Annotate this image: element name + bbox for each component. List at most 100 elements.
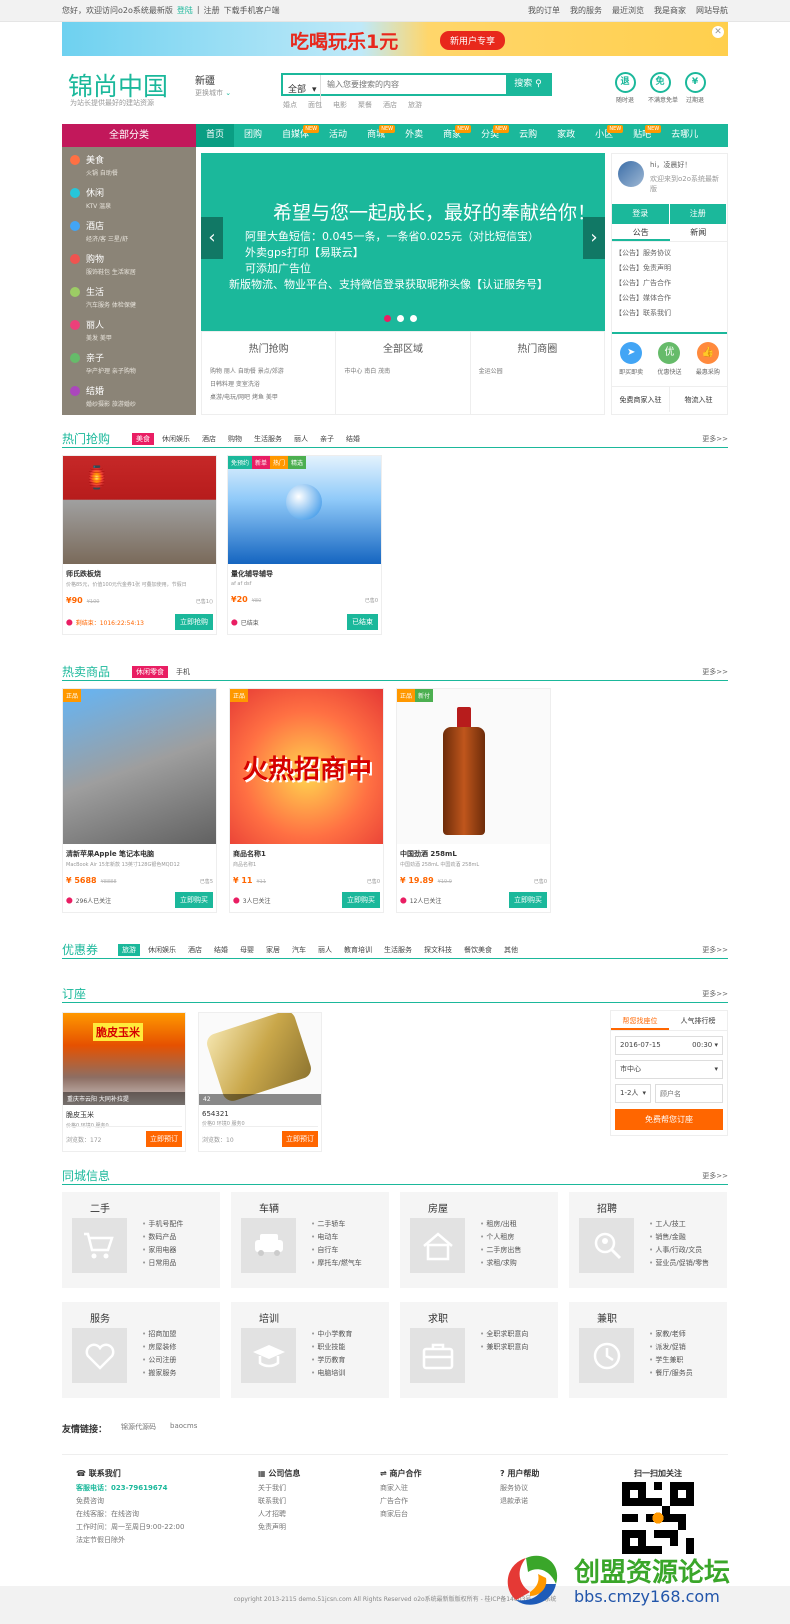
footer-link[interactable]: 关于我们 [258, 1482, 300, 1495]
buy-now-button[interactable]: 立即购买 [509, 892, 547, 908]
city-info-link[interactable]: 派发/促销 [649, 1341, 693, 1354]
booking-card[interactable]: 脆皮玉米 重庆市云阳 大同补拉提 脆皮玉米 价格0 环境0 服务0 浏览数：17… [62, 1012, 186, 1152]
more-link[interactable]: 更多>> [702, 434, 728, 444]
city-info-link[interactable]: 兼职求职意向 [480, 1341, 528, 1354]
section-tab[interactable]: 家居 [262, 944, 284, 956]
people-select[interactable]: 1-2人 ▾ [615, 1084, 651, 1103]
tab-popular[interactable]: 人气排行榜 [669, 1011, 727, 1030]
city-info-link[interactable]: 电脑培训 [311, 1367, 352, 1380]
notice-item[interactable]: 【公告】广告合作 [615, 276, 724, 291]
city-info-link[interactable]: 自行车 [311, 1244, 362, 1257]
more-link[interactable]: 更多>> [702, 1171, 728, 1181]
section-tab[interactable]: 结婚 [210, 944, 232, 956]
nav-item-group-buy[interactable]: 团购 [234, 124, 272, 147]
category-sub[interactable]: 服饰鞋包 生活家居 [86, 267, 136, 276]
buy-now-button[interactable]: 立即抢购 [175, 614, 213, 630]
city-info-heading[interactable]: 房屋 [428, 1200, 448, 1215]
hotword[interactable]: 婚点 [283, 100, 297, 110]
city-info-link[interactable]: 人事/行政/文员 [649, 1244, 709, 1257]
product-card[interactable]: 正品 新付 中国劲酒 258mL 中国劲酒 258mL 中国劲酒 258mL ¥ … [396, 688, 551, 913]
section-tab[interactable]: 探文科技 [420, 944, 456, 956]
city-info-link[interactable]: 二手轿车 [311, 1218, 362, 1231]
city-info-link[interactable]: 销售/金融 [649, 1231, 709, 1244]
city-info-link[interactable]: 数码产品 [142, 1231, 183, 1244]
friend-link[interactable]: baocms [170, 1422, 197, 1435]
city-info-link[interactable]: 手机号配件 [142, 1218, 183, 1231]
city-info-heading[interactable]: 二手 [90, 1200, 110, 1215]
section-tab[interactable]: 丽人 [290, 433, 312, 445]
nav-item-merchants[interactable]: 商家 NEW [433, 124, 472, 147]
quick-link[interactable]: 日韩料理 变室洗浴 [210, 378, 327, 391]
book-now-button[interactable]: 立即预订 [146, 1131, 182, 1147]
city-info-link[interactable]: 电动车 [311, 1231, 362, 1244]
section-tab[interactable]: 手机 [172, 666, 194, 678]
city-info-link[interactable]: 营业员/促销/零售 [649, 1257, 709, 1270]
promo-banner[interactable]: 吃喝玩乐1元 新用户专享 ✕ [62, 22, 728, 56]
footer-link[interactable]: 商家后台 [380, 1508, 422, 1521]
feature-buy-sell[interactable]: ➤ 即买即卖 [619, 342, 643, 386]
section-tab[interactable]: 美食 [132, 433, 154, 445]
area-select[interactable]: 市中心 ▾ [615, 1060, 723, 1079]
city-info-link[interactable]: 个人租房 [480, 1231, 521, 1244]
section-tab[interactable]: 生活服务 [380, 944, 416, 956]
city-info-link[interactable]: 房屋装修 [142, 1341, 176, 1354]
quick-link[interactable]: 金运公园 [479, 365, 596, 378]
category-item[interactable]: 结婚 婚纱摄影 旅游婚纱 [62, 378, 196, 411]
footer-link[interactable]: 商家入驻 [380, 1482, 422, 1495]
search-input[interactable] [321, 75, 506, 94]
city-info-link[interactable]: 二手房出售 [480, 1244, 521, 1257]
feature-discount[interactable]: 优优惠快送 [657, 342, 682, 386]
category-sub[interactable]: 美发 美甲 [86, 333, 112, 342]
register-link[interactable]: 注册 [204, 5, 220, 16]
notice-item[interactable]: 【公告】媒体合作 [615, 291, 724, 306]
merchant-join-button[interactable]: 免费商家入驻 [612, 387, 670, 412]
footer-link[interactable]: 服务协议 [500, 1482, 539, 1495]
city-info-heading[interactable]: 车辆 [259, 1200, 279, 1215]
quick-link[interactable]: 购物 丽人 自助餐 景点/郊游 [210, 365, 327, 378]
city-info-link[interactable]: 学历教育 [311, 1354, 352, 1367]
category-sub[interactable]: 婚纱摄影 旅游婚纱 [86, 399, 136, 408]
city-info-link[interactable]: 全职求职意向 [480, 1328, 528, 1341]
my-orders-link[interactable]: 我的订单 [528, 5, 560, 16]
city-info-link[interactable]: 学生兼职 [649, 1354, 693, 1367]
city-info-heading[interactable]: 招聘 [597, 1200, 617, 1215]
quick-link[interactable]: 桌游/电玩/网吧 烤鱼 美甲 [210, 391, 327, 404]
category-item[interactable]: 亲子 孕产护理 亲子购物 [62, 345, 196, 378]
city-info-link[interactable]: 餐厅/服务员 [649, 1367, 692, 1380]
hotword[interactable]: 酒店 [383, 100, 397, 110]
nav-item-home[interactable]: 首页 [196, 124, 235, 147]
section-tab[interactable]: 其他 [500, 944, 522, 956]
nav-item-cloud-buy[interactable]: 云购 [509, 124, 547, 147]
category-sub[interactable]: 孕产护理 亲子购物 [86, 366, 136, 375]
feature-purchase[interactable]: 👍 最惠采购 [696, 342, 720, 386]
city-info-link[interactable]: 摩托车/燃气车 [311, 1257, 361, 1270]
section-tab[interactable]: 酒店 [198, 433, 220, 445]
username-input[interactable] [655, 1084, 723, 1103]
city-info-link[interactable]: 日常用品 [142, 1257, 183, 1270]
merchant-link[interactable]: 我是商家 [654, 5, 686, 16]
hotword[interactable]: 聚餐 [358, 100, 372, 110]
section-tab[interactable]: 酒店 [184, 944, 206, 956]
section-tab[interactable]: 教育培训 [340, 944, 376, 956]
category-item[interactable]: 丽人 美发 美甲 [62, 312, 196, 345]
section-tab[interactable]: 旅游 [118, 944, 140, 956]
city-info-link[interactable]: 职业技能 [311, 1341, 352, 1354]
category-sub[interactable]: KTV 温泉 [86, 201, 111, 210]
section-tab[interactable]: 结婚 [342, 433, 364, 445]
category-item[interactable]: 酒店 经济/客 三星/舒 [62, 213, 196, 246]
notice-item[interactable]: 【公告】联系我们 [615, 306, 724, 321]
category-item[interactable]: 休闲 KTV 温泉 [62, 180, 196, 213]
my-services-link[interactable]: 我的服务 [570, 5, 602, 16]
nav-item-mall[interactable]: 商城 NEW [357, 124, 396, 147]
free-booking-button[interactable]: 免费帮您订座 [615, 1109, 723, 1130]
tab-news[interactable]: 新闻 [670, 224, 728, 241]
footer-link[interactable]: 退款承诺 [500, 1495, 539, 1508]
city-info-link[interactable]: 公司注册 [142, 1354, 176, 1367]
city-info-link[interactable]: 家用电器 [142, 1244, 183, 1257]
section-tab[interactable]: 生活服务 [250, 433, 286, 445]
city-info-link[interactable]: 工人/技工 [649, 1218, 709, 1231]
change-city-link[interactable]: 更换城市 ⌄ [195, 88, 231, 98]
city-info-link[interactable]: 招商加盟 [142, 1328, 176, 1341]
tab-find-seat[interactable]: 帮您找座位 [611, 1011, 669, 1030]
slider-dot[interactable] [410, 315, 417, 322]
